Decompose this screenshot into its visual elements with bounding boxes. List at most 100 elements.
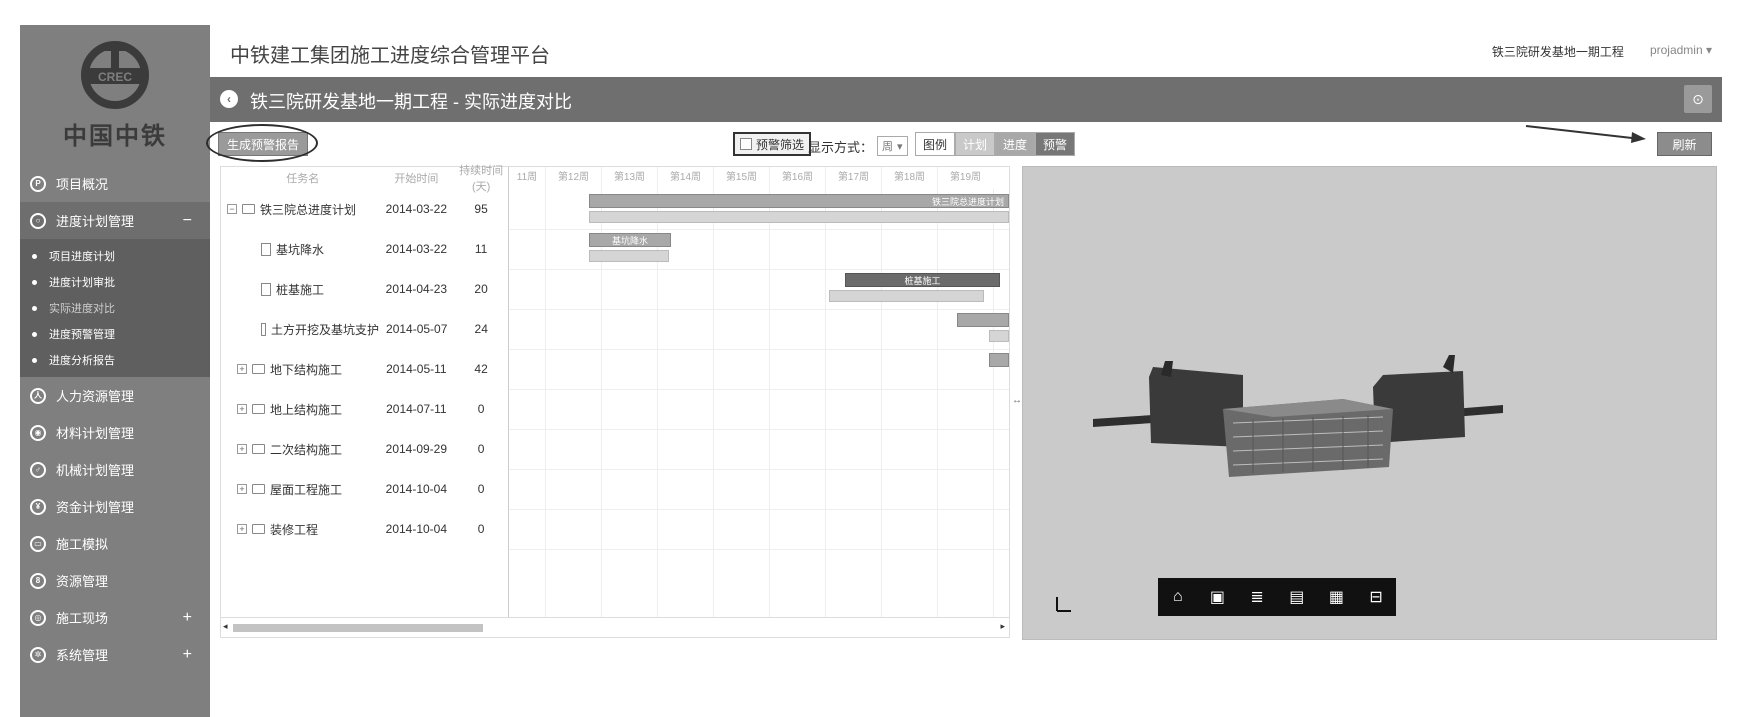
gantt-bar-plan[interactable] (957, 313, 1009, 327)
bim-3d-viewer[interactable]: ⌂ ▣ ≣ ▤ ▦ ⊟ (1022, 166, 1717, 640)
table-row[interactable]: + 地下结构施工 2014-05-11 42 (221, 349, 508, 389)
week-label: 第15周 (713, 167, 769, 189)
table-row[interactable]: + 地上结构施工 2014-07-11 0 (221, 389, 508, 429)
table-row[interactable]: − 铁三院总进度计划 2014-03-22 95 (221, 189, 508, 229)
generate-warning-report-button[interactable]: 生成预警报告 (218, 132, 309, 156)
week-label: 11周 (516, 172, 538, 183)
subnav-actual-progress-compare[interactable]: 实际进度对比 (20, 295, 210, 321)
expand-icon[interactable]: + (237, 524, 247, 534)
task-duration: 42 (474, 362, 488, 376)
task-duration: 0 (477, 442, 485, 456)
scroll-left-icon[interactable]: ◂ (223, 621, 228, 632)
nav-label: 施工模拟 (56, 537, 109, 552)
subnav-schedule-approval[interactable]: 进度计划审批 (20, 269, 210, 295)
sidebar: CREC 中国中铁 P 项目概况 ○ 进度计划管理 − 项目进度计划 进度计划审… (20, 25, 210, 717)
table-row[interactable]: + 装修工程 2014-10-04 0 (221, 509, 508, 549)
document-icon[interactable]: ▤ (1287, 587, 1307, 607)
home-icon[interactable]: ⌂ (1168, 587, 1188, 607)
warning-filter-checkbox[interactable] (740, 138, 752, 150)
title-bar: ‹ 铁三院研发基地一期工程 - 实际进度对比 ⊙ (210, 77, 1722, 122)
horizontal-scrollbar[interactable]: ◂ ▸ (221, 617, 1009, 637)
nav-fund-plan[interactable]: ¥ 资金计划管理 (20, 488, 210, 525)
expand-icon[interactable]: + (237, 404, 247, 414)
refresh-button[interactable]: 刷新 (1657, 132, 1712, 156)
gantt-bar-plan[interactable] (989, 353, 1009, 367)
annotation-arrow-icon (1525, 125, 1646, 143)
task-duration: 24 (474, 322, 488, 336)
gantt-bar-actual[interactable] (829, 290, 984, 302)
nav-system-management[interactable]: ✲ 系统管理 + (20, 636, 210, 673)
building-model-icon (1093, 355, 1503, 477)
scroll-thumb[interactable] (233, 624, 483, 632)
collapse-icon[interactable]: − (227, 204, 237, 214)
back-button[interactable]: ‹ (220, 90, 238, 108)
grid-icon[interactable]: ▦ (1326, 587, 1346, 607)
task-name: 基坑降水 (276, 242, 325, 257)
nav-resource-management[interactable]: 8 资源管理 (20, 562, 210, 599)
subnav-analysis-report[interactable]: 进度分析报告 (20, 347, 210, 373)
expand-icon[interactable]: + (237, 444, 247, 454)
task-name: 土方开挖及基坑支护 (270, 322, 379, 337)
nav-hr-management[interactable]: 人 人力资源管理 (20, 377, 210, 414)
subnav-label: 进度分析报告 (49, 355, 115, 367)
task-start: 2014-03-22 (385, 242, 448, 256)
task-name-cell: − 铁三院总进度计划 (221, 201, 378, 218)
nav-schedule-management[interactable]: ○ 进度计划管理 − (20, 202, 210, 239)
task-name-cell: + 屋面工程施工 (221, 481, 378, 498)
folder-icon (252, 364, 265, 374)
table-row[interactable]: 土方开挖及基坑支护 2014-05-07 24 (221, 309, 508, 349)
table-row[interactable]: 基坑降水 2014-03-22 11 (221, 229, 508, 269)
folder-icon (252, 484, 265, 494)
settings-button[interactable]: ⊙ (1684, 85, 1712, 113)
table-row[interactable]: + 屋面工程施工 2014-10-04 0 (221, 469, 508, 509)
grid-line (509, 389, 1009, 390)
gantt-bar-plan[interactable]: 桩基施工 (845, 273, 1000, 287)
subnav-warning-management[interactable]: 进度预警管理 (20, 321, 210, 347)
layers-icon[interactable]: ≣ (1247, 587, 1267, 607)
gantt-bar-actual[interactable] (589, 250, 669, 262)
panel-splitter-icon[interactable]: ↔ (1012, 395, 1022, 406)
col-start[interactable]: 开始时间 (378, 170, 454, 186)
camera-icon[interactable]: ▣ (1207, 587, 1227, 607)
expand-icon[interactable]: + (237, 364, 247, 374)
week-label: 第17周 (825, 167, 881, 189)
gantt-bar-plan[interactable]: 基坑降水 (589, 233, 671, 247)
nav-construction-simulation[interactable]: ▭ 施工模拟 (20, 525, 210, 562)
collapse-icon[interactable]: − (183, 212, 192, 230)
tab-legend[interactable]: 图例 (915, 132, 956, 156)
expand-icon[interactable]: + (237, 484, 247, 494)
table-row[interactable]: 桩基施工 2014-04-23 20 (221, 269, 508, 309)
expand-icon[interactable]: + (183, 609, 192, 627)
folder-icon (252, 444, 265, 454)
toolbox-icon[interactable]: ⊟ (1366, 587, 1386, 607)
user-menu[interactable]: projadmin ▾ (1650, 43, 1712, 60)
nav-machine-plan[interactable]: ♂ 机械计划管理 (20, 451, 210, 488)
expand-icon[interactable]: + (183, 646, 192, 664)
bullet-icon (32, 305, 37, 311)
display-mode-select[interactable]: 周 ▾ (877, 136, 908, 156)
gantt-bar-actual[interactable] (989, 330, 1009, 342)
nav-project-overview[interactable]: P 项目概况 (20, 165, 210, 202)
warning-filter[interactable]: 预警筛选 (733, 132, 812, 156)
scroll-right-icon[interactable]: ▸ (1000, 621, 1005, 632)
table-row[interactable]: + 二次结构施工 2014-09-29 0 (221, 429, 508, 469)
bullet-icon (32, 279, 37, 285)
tab-warning[interactable]: 预警 (1035, 132, 1076, 156)
gantt-bar-plan[interactable]: 铁三院总进度计划 (589, 194, 1009, 208)
week-header: 11周 第12周 第13周 第14周 第15周 第16周 第17周 第18周 第… (509, 167, 1009, 189)
tab-plan[interactable]: 计划 (955, 132, 996, 156)
top-bar: 中铁建工集团施工进度综合管理平台 铁三院研发基地一期工程 projadmin ▾ (210, 25, 1722, 77)
gantt-bar-actual[interactable] (589, 211, 1009, 223)
grid-line (509, 509, 1009, 510)
col-duration[interactable]: 持续时间(天) (454, 162, 508, 194)
col-task-name[interactable]: 任务名 (221, 170, 378, 186)
current-project[interactable]: 铁三院研发基地一期工程 (1492, 43, 1624, 60)
warning-filter-label: 预警筛选 (756, 137, 805, 152)
chevron-left-icon: ‹ (227, 92, 231, 106)
nav-construction-site[interactable]: ◎ 施工现场 + (20, 599, 210, 636)
nav-material-plan[interactable]: ◉ 材料计划管理 (20, 414, 210, 451)
subnav-project-schedule[interactable]: 项目进度计划 (20, 243, 210, 269)
document-icon (261, 242, 271, 256)
tab-progress[interactable]: 进度 (995, 132, 1036, 156)
week-label: 第12周 (545, 167, 601, 189)
